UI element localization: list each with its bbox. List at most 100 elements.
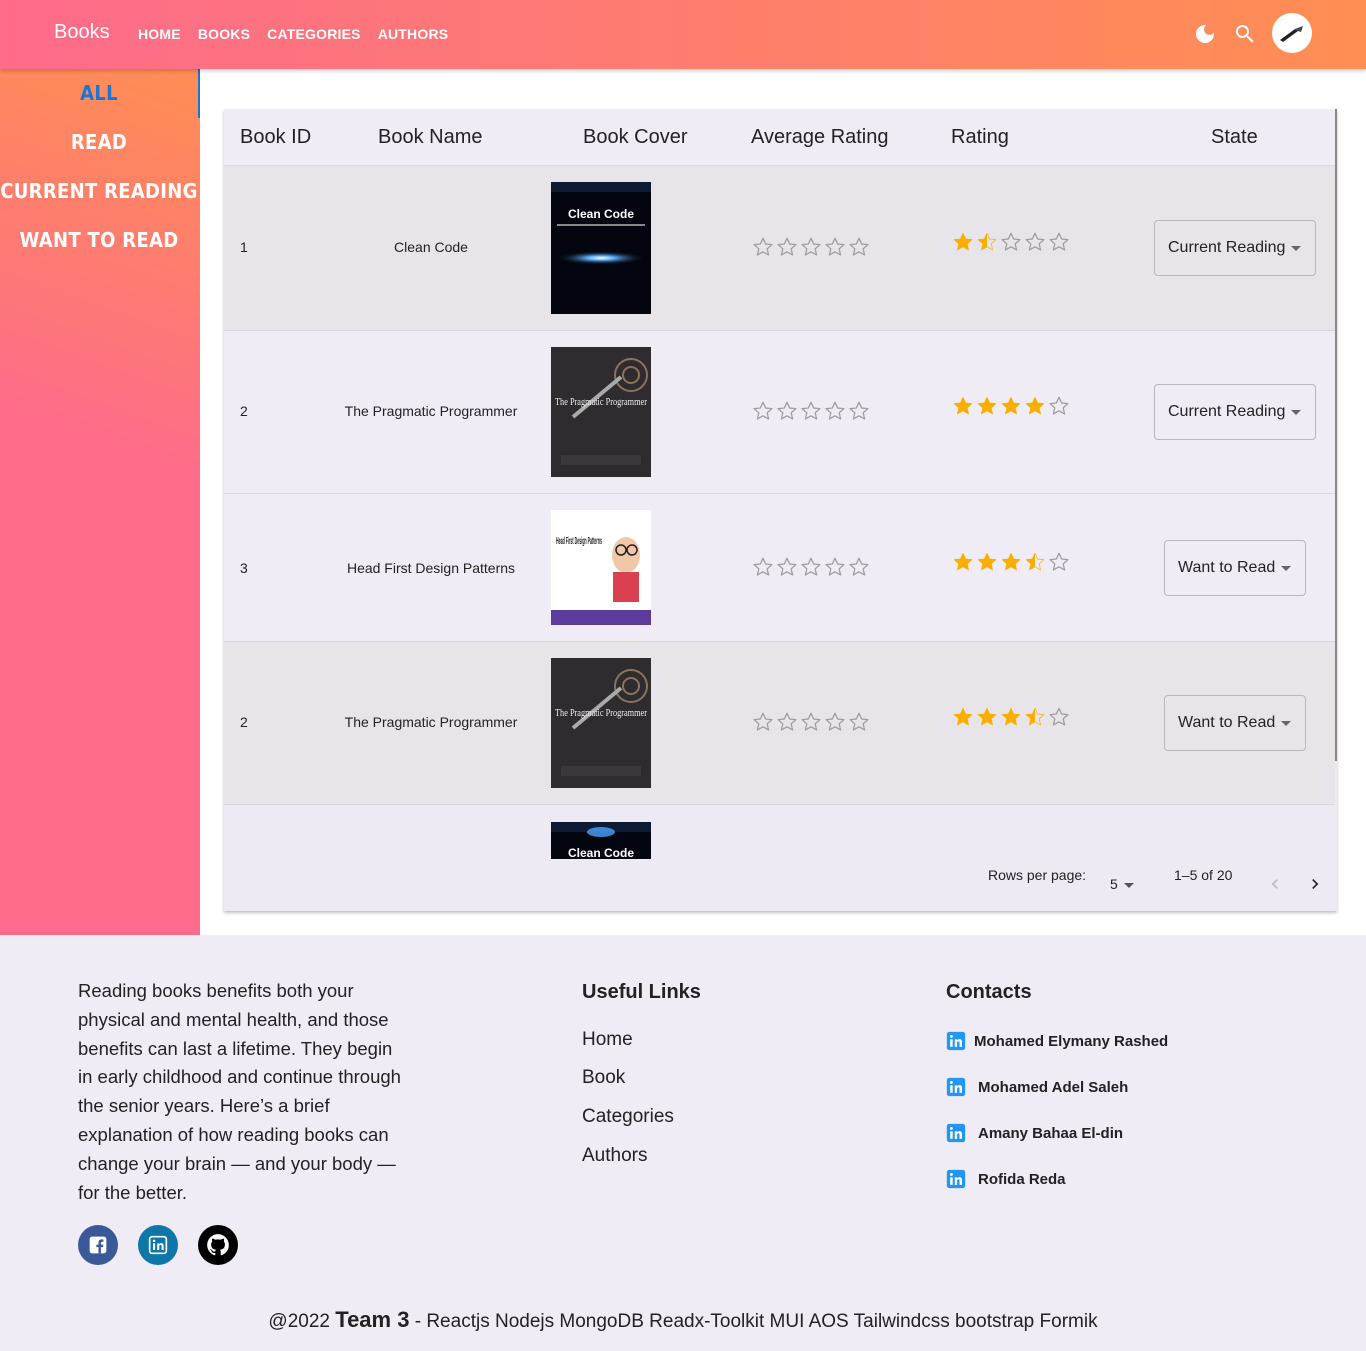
average-rating-stars: [752, 400, 870, 422]
star-filled-icon[interactable]: [952, 231, 974, 253]
star-empty-icon: [825, 712, 845, 731]
state-select[interactable]: Current Reading: [1154, 220, 1316, 276]
star-empty-icon: [777, 712, 797, 731]
state-select-value: Want to Read: [1178, 714, 1276, 731]
facebook-icon: [89, 1236, 107, 1254]
rating-stars[interactable]: [952, 706, 1070, 728]
contact-item[interactable]: Mohamed Elymany Rashed: [946, 1031, 1168, 1051]
app-bar: Books HOME BOOKS CATEGORIES AUTHORS: [0, 0, 1366, 69]
github-button[interactable]: [198, 1225, 238, 1265]
star-empty-icon: [801, 712, 821, 731]
star-half-icon[interactable]: [1024, 706, 1046, 728]
nav-home[interactable]: HOME: [138, 26, 181, 42]
footer-link-book[interactable]: Book: [582, 1067, 625, 1089]
table-row: 2 The Pragmatic Programmer The Pragmatic…: [224, 331, 1335, 494]
avatar-image-icon: [1280, 26, 1303, 42]
table-scrollbar[interactable]: [1335, 109, 1337, 761]
nav-authors[interactable]: AUTHORS: [378, 26, 449, 42]
footer-link-categories[interactable]: Categories: [582, 1106, 674, 1128]
search-icon[interactable]: [1233, 22, 1257, 46]
star-empty-icon[interactable]: [1000, 231, 1022, 253]
facebook-button[interactable]: [78, 1225, 118, 1265]
star-filled-icon[interactable]: [952, 395, 974, 417]
star-filled-icon[interactable]: [976, 706, 998, 728]
nav-categories[interactable]: CATEGORIES: [267, 26, 361, 42]
book-cover-head-first-design-patterns[interactable]: Head First Design Patterns: [551, 510, 651, 625]
rows-per-page-label: Rows per page:: [988, 867, 1087, 883]
star-empty-icon: [753, 237, 773, 256]
linkedin-button[interactable]: [138, 1225, 178, 1265]
sidebar-tab-all[interactable]: ALL: [0, 81, 198, 105]
star-filled-icon[interactable]: [1000, 551, 1022, 573]
footer-link-authors[interactable]: Authors: [582, 1145, 647, 1167]
star-filled-icon[interactable]: [952, 706, 974, 728]
star-filled-icon[interactable]: [1000, 706, 1022, 728]
star-empty-icon[interactable]: [1048, 551, 1070, 573]
average-rating-stars: [752, 556, 870, 578]
star-filled-icon[interactable]: [976, 395, 998, 417]
col-book-name: Book Name: [378, 126, 483, 148]
rating-stars[interactable]: [952, 395, 1070, 417]
next-page-icon[interactable]: [1305, 874, 1325, 894]
contact-item[interactable]: Mohamed Adel Saleh: [946, 1077, 1128, 1097]
rating-stars[interactable]: [952, 551, 1070, 573]
star-empty-icon: [849, 712, 869, 731]
pagination-range: 1–5 of 20: [1174, 867, 1233, 883]
col-average-rating: Average Rating: [751, 126, 889, 148]
star-empty-icon: [801, 557, 821, 576]
brand-title[interactable]: Books: [54, 21, 110, 44]
star-empty-icon[interactable]: [1024, 231, 1046, 253]
previous-page-icon[interactable]: [1265, 874, 1285, 894]
star-filled-icon[interactable]: [1024, 395, 1046, 417]
state-select-value: Current Reading: [1168, 239, 1286, 256]
caret-down-icon: [1281, 721, 1291, 726]
credit-year: @2022: [268, 1311, 330, 1332]
state-select[interactable]: Want to Read: [1164, 695, 1306, 751]
github-icon: [207, 1234, 229, 1256]
star-half-icon[interactable]: [1024, 551, 1046, 573]
star-empty-icon: [849, 557, 869, 576]
footer-credit: @2022 Team 3 - Reactjs Nodejs MongoDB Re…: [0, 1307, 1366, 1333]
footer-link-home[interactable]: Home: [582, 1029, 633, 1051]
state-select-value: Current Reading: [1168, 403, 1286, 420]
contacts-title: Contacts: [946, 981, 1032, 1003]
book-cover-pragmatic-programmer[interactable]: The Pragmatic Programmer: [551, 658, 651, 788]
star-filled-icon[interactable]: [1000, 395, 1022, 417]
book-cover-clean-code[interactable]: Clean Code: [551, 822, 651, 859]
book-cover-pragmatic-programmer[interactable]: The Pragmatic Programmer: [551, 347, 651, 477]
caret-down-icon: [1124, 883, 1134, 888]
rows-per-page-select[interactable]: 5: [1108, 874, 1138, 894]
caret-down-icon: [1281, 566, 1291, 571]
star-empty-icon[interactable]: [1048, 395, 1070, 417]
sidebar-tab-want-to-read[interactable]: WANT TO READ: [0, 228, 198, 252]
avatar[interactable]: [1272, 13, 1312, 53]
star-half-icon[interactable]: [976, 231, 998, 253]
dark-mode-icon[interactable]: [1193, 22, 1217, 46]
footer-about-text: Reading books benefits both your physica…: [78, 980, 401, 1203]
star-filled-icon[interactable]: [952, 551, 974, 573]
useful-links-title: Useful Links: [582, 981, 701, 1003]
sidebar-tab-read[interactable]: READ: [0, 130, 198, 154]
table-row: 2 The Pragmatic Programmer The Pragmatic…: [224, 642, 1335, 805]
contact-item[interactable]: Amany Bahaa El-din: [946, 1123, 1123, 1143]
star-empty-icon[interactable]: [1048, 231, 1070, 253]
state-select[interactable]: Want to Read: [1164, 540, 1306, 596]
star-empty-icon: [825, 237, 845, 256]
star-filled-icon[interactable]: [976, 551, 998, 573]
cover-title-text: Head First Design Patterns: [556, 536, 602, 547]
sidebar-tab-current-reading[interactable]: CURRENT READING: [0, 179, 198, 203]
book-cover-clean-code[interactable]: Clean Code: [551, 182, 651, 314]
average-rating-stars: [752, 711, 870, 733]
linkedin-icon: [946, 1169, 966, 1189]
star-empty-icon[interactable]: [1048, 706, 1070, 728]
contact-item[interactable]: Rofida Reda: [946, 1169, 1066, 1189]
cover-title-text: Clean Code: [568, 846, 634, 859]
state-select[interactable]: Current Reading: [1154, 384, 1316, 440]
linkedin-icon: [946, 1123, 966, 1143]
rows-per-page-value: 5: [1110, 876, 1118, 892]
star-empty-icon: [849, 237, 869, 256]
rating-stars[interactable]: [952, 231, 1070, 253]
star-empty-icon: [753, 401, 773, 420]
nav-books[interactable]: BOOKS: [198, 26, 250, 42]
star-empty-icon: [777, 557, 797, 576]
